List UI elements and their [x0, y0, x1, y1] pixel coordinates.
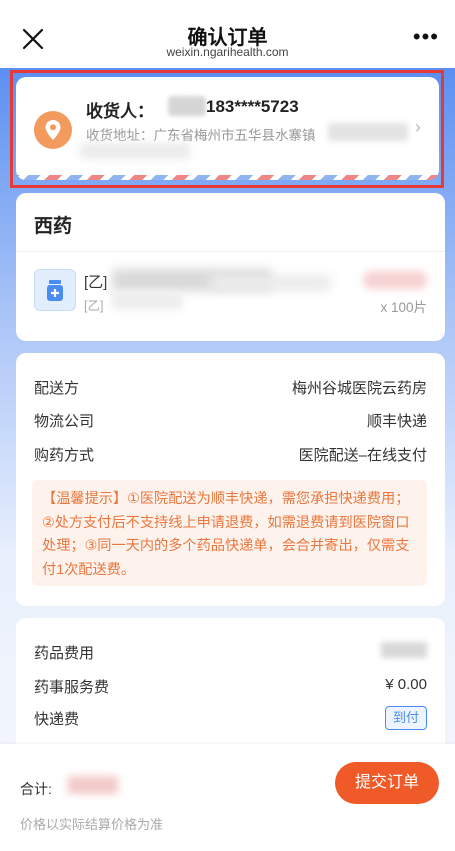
submit-order-button[interactable]: 提交订单	[335, 762, 439, 804]
more-options-icon[interactable]: •••	[413, 26, 439, 48]
price-note: 价格以实际结算价格为准	[20, 817, 164, 832]
fee-row: 药品费用	[34, 642, 427, 664]
medicine-card: 西药 [乙] [乙] x 100片	[16, 193, 445, 341]
top-bar: 确认订单 weixin.ngarihealth.com •••	[0, 0, 455, 68]
delivery-row: 配送方 梅州谷城医院云药房	[34, 377, 427, 399]
bottom-bar: 合计: 提交订单 价格以实际结算价格为准	[0, 744, 455, 851]
drug-name: [乙]	[84, 274, 108, 291]
warm-notice: 【温馨提示】①医院配送为顺丰快递，需您承担快递费用；②处方支付后不支持线上申请退…	[32, 480, 427, 586]
drug-spec: [乙]	[84, 299, 104, 313]
drug-price-redacted	[363, 271, 427, 289]
highlight-box	[10, 70, 444, 188]
delivery-label: 配送方	[34, 380, 80, 397]
delivery-value: 顺丰快递	[366, 413, 427, 430]
delivery-value: 梅州谷城医院云药房	[291, 380, 427, 397]
fee-label: 药事服务费	[34, 679, 110, 696]
drug-fee-redacted	[381, 642, 427, 658]
medicine-bottle-icon	[34, 269, 76, 311]
delivery-card: 配送方 梅州谷城医院云药房 物流公司 顺丰快递 购药方式 医院配送–在线支付 【…	[16, 353, 445, 606]
total-amount-redacted	[68, 776, 118, 794]
delivery-label: 物流公司	[34, 413, 95, 430]
drug-spec-redacted	[112, 293, 182, 309]
fee-value: ¥ 0.00	[385, 676, 427, 693]
delivery-value: 医院配送–在线支付	[298, 447, 427, 464]
divider	[16, 251, 445, 252]
drug-quantity: x 100片	[380, 300, 427, 315]
delivery-row: 物流公司 顺丰快递	[34, 410, 427, 432]
fee-row: 药事服务费 ¥ 0.00	[34, 676, 427, 698]
fee-label: 药品费用	[34, 645, 95, 662]
drug-detail-redacted	[211, 275, 331, 291]
cash-on-delivery-badge: 到付	[384, 706, 427, 730]
page-domain: weixin.ngarihealth.com	[166, 45, 289, 59]
section-title-western-medicine: 西药	[34, 216, 73, 237]
fee-row: 快递费	[34, 708, 427, 730]
delivery-row: 购药方式 医院配送–在线支付	[34, 444, 427, 466]
fee-label: 快递费	[34, 711, 80, 728]
delivery-label: 购药方式	[34, 447, 95, 464]
total-label: 合计:	[20, 781, 52, 797]
